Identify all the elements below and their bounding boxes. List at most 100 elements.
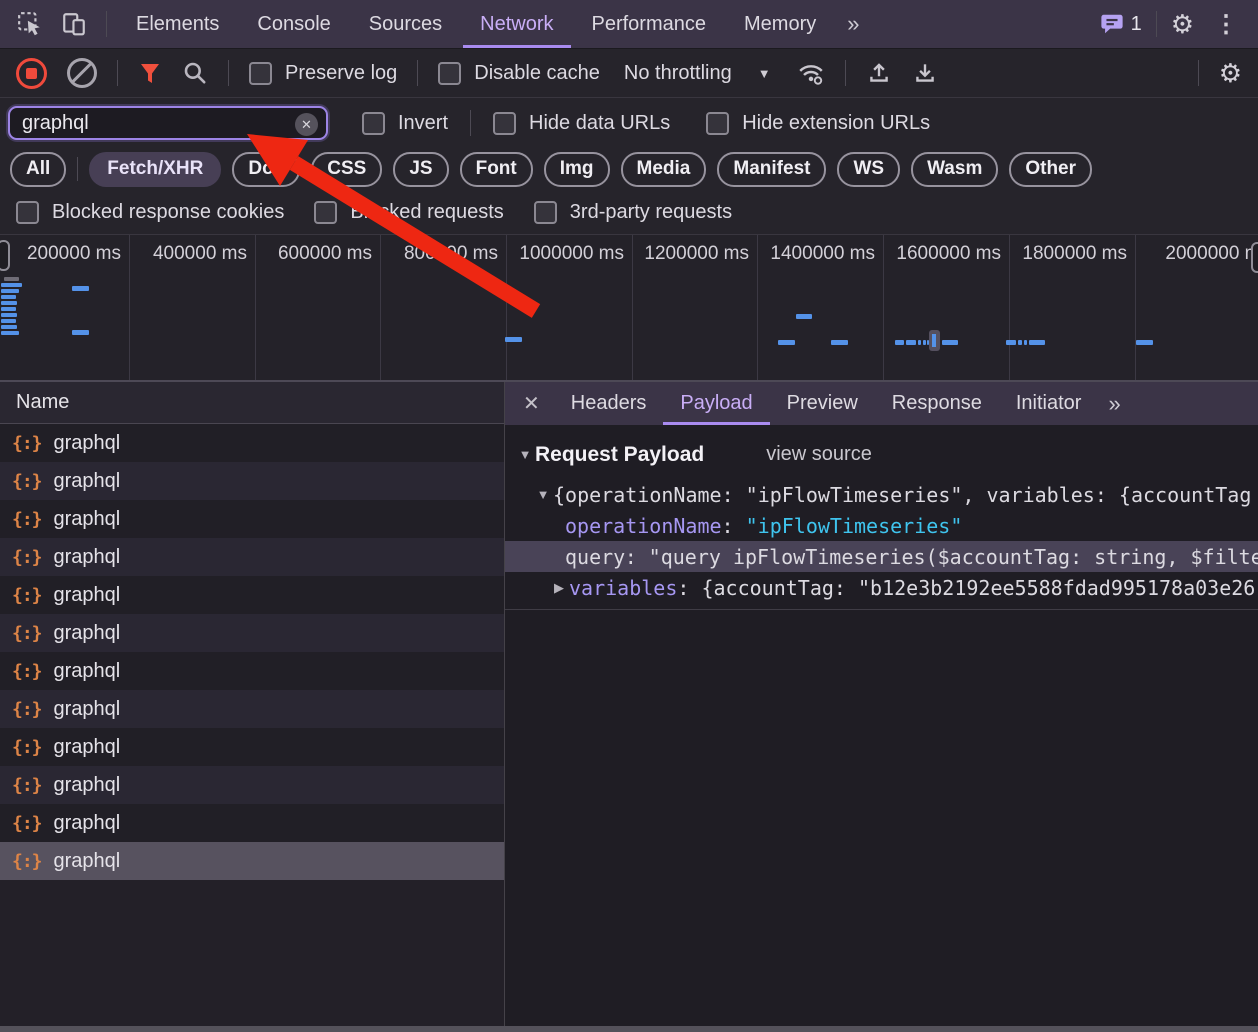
clear-network-log-icon[interactable] (67, 58, 97, 88)
chip-js[interactable]: JS (393, 152, 448, 187)
waterfall-bar[interactable] (831, 340, 848, 345)
search-icon[interactable] (182, 60, 208, 86)
chip-manifest[interactable]: Manifest (717, 152, 826, 187)
export-har-icon[interactable] (912, 60, 938, 86)
collapse-triangle-icon[interactable]: ▼ (533, 487, 553, 502)
preserve-log-checkbox[interactable]: Preserve log (249, 62, 397, 85)
payload-preview-line[interactable]: {operationName: "ipFlowTimeseries", vari… (553, 483, 1251, 507)
network-settings-gear-icon[interactable]: ⚙ (1219, 60, 1242, 86)
chip-font[interactable]: Font (460, 152, 533, 187)
waterfall-bar[interactable] (1018, 340, 1022, 345)
payload-row-selected[interactable]: query: "query ipFlowTimeseries($accountT… (505, 541, 1258, 572)
more-detail-tabs-icon[interactable]: » (1098, 391, 1132, 417)
chip-fetch-xhr[interactable]: Fetch/XHR (89, 152, 221, 187)
waterfall-bar[interactable] (796, 314, 812, 319)
request-row[interactable]: {:}graphql (0, 424, 504, 462)
record-network-log-icon[interactable] (16, 58, 47, 89)
waterfall-bar[interactable] (895, 340, 904, 345)
request-row-selected[interactable]: {:}graphql (0, 842, 504, 880)
waterfall-bar[interactable] (1136, 340, 1153, 345)
view-source-link[interactable]: view source (766, 443, 872, 466)
filter-input[interactable] (8, 106, 328, 140)
waterfall-bar[interactable] (1, 319, 16, 323)
waterfall-bar[interactable] (1, 295, 16, 299)
waterfall-bar[interactable] (4, 277, 19, 281)
waterfall-bar[interactable] (1024, 340, 1027, 345)
collapse-triangle-icon[interactable]: ▼ (515, 447, 535, 462)
tab-headers[interactable]: Headers (554, 382, 664, 425)
waterfall-bar[interactable] (1, 289, 19, 293)
blocked-requests-checkbox[interactable]: Blocked requests (314, 201, 503, 224)
waterfall-bar[interactable] (1, 283, 22, 287)
request-row[interactable]: {:}graphql (0, 500, 504, 538)
waterfall-bar[interactable] (1, 307, 16, 311)
expand-triangle-icon[interactable]: ▶ (549, 580, 569, 596)
request-row[interactable]: {:}graphql (0, 614, 504, 652)
chip-doc[interactable]: Doc (232, 152, 300, 187)
kebab-menu-icon[interactable]: ⋮ (1208, 10, 1244, 39)
import-har-icon[interactable] (866, 60, 892, 86)
waterfall-bar[interactable] (1, 301, 17, 305)
tab-console[interactable]: Console (240, 0, 347, 48)
inspect-element-icon[interactable] (10, 4, 50, 44)
request-row[interactable]: {:}graphql (0, 766, 504, 804)
request-row[interactable]: {:}graphql (0, 462, 504, 500)
settings-gear-icon[interactable]: ⚙ (1171, 11, 1194, 37)
chip-img[interactable]: Img (544, 152, 610, 187)
waterfall-bar[interactable] (1029, 340, 1045, 345)
request-row[interactable]: {:}graphql (0, 690, 504, 728)
network-conditions-icon[interactable] (797, 60, 825, 86)
waterfall-bar[interactable] (72, 330, 89, 335)
blocked-response-cookies-checkbox[interactable]: Blocked response cookies (16, 201, 284, 224)
waterfall-bar[interactable] (505, 337, 522, 342)
request-row[interactable]: {:}graphql (0, 576, 504, 614)
issues-badge[interactable]: 1 (1100, 12, 1142, 36)
request-row[interactable]: {:}graphql (0, 652, 504, 690)
overview-scroll-handle-left[interactable] (0, 240, 10, 271)
tab-elements[interactable]: Elements (119, 0, 236, 48)
request-row[interactable]: {:}graphql (0, 804, 504, 842)
waterfall-bar[interactable] (923, 340, 926, 345)
checkbox[interactable] (706, 112, 729, 135)
more-tabs-icon[interactable]: » (837, 11, 871, 37)
invert-checkbox[interactable]: Invert (362, 112, 448, 135)
clear-filter-icon[interactable]: ✕ (295, 113, 318, 136)
checkbox[interactable] (438, 62, 461, 85)
checkbox[interactable] (493, 112, 516, 135)
waterfall-bar[interactable] (929, 330, 940, 351)
waterfall-bar[interactable] (918, 340, 921, 345)
tab-payload[interactable]: Payload (663, 382, 769, 425)
close-detail-icon[interactable]: ✕ (519, 391, 554, 416)
chip-all[interactable]: All (10, 152, 66, 187)
waterfall-bar[interactable] (1, 313, 17, 317)
tab-sources[interactable]: Sources (352, 0, 459, 48)
checkbox[interactable] (534, 201, 557, 224)
waterfall-bar[interactable] (1, 331, 19, 335)
checkbox[interactable] (362, 112, 385, 135)
waterfall-bar[interactable] (1006, 340, 1016, 345)
chip-other[interactable]: Other (1009, 152, 1092, 187)
third-party-requests-checkbox[interactable]: 3rd-party requests (534, 201, 732, 224)
chip-wasm[interactable]: Wasm (911, 152, 998, 187)
payload-row-variables[interactable]: ▶ variables: {accountTag: "b12e3b2192ee5… (505, 572, 1258, 603)
chip-css[interactable]: CSS (311, 152, 382, 187)
disable-cache-checkbox[interactable]: Disable cache (438, 62, 600, 85)
filter-funnel-icon[interactable] (138, 62, 162, 85)
hide-extension-urls-checkbox[interactable]: Hide extension URLs (706, 112, 930, 135)
chip-ws[interactable]: WS (837, 152, 900, 187)
tab-memory[interactable]: Memory (727, 0, 833, 48)
throttling-select[interactable]: No throttling ▼ (624, 62, 771, 85)
waterfall-bar[interactable] (906, 340, 916, 345)
tab-response[interactable]: Response (875, 382, 999, 425)
tab-initiator[interactable]: Initiator (999, 382, 1099, 425)
waterfall-bar[interactable] (72, 286, 89, 291)
tab-network[interactable]: Network (463, 0, 570, 48)
tab-performance[interactable]: Performance (575, 0, 724, 48)
chip-media[interactable]: Media (621, 152, 707, 187)
network-overview-timeline[interactable]: 200000 ms 400000 ms 600000 ms 800000 ms … (0, 235, 1258, 382)
waterfall-bar[interactable] (942, 340, 958, 345)
checkbox[interactable] (314, 201, 337, 224)
checkbox[interactable] (249, 62, 272, 85)
checkbox[interactable] (16, 201, 39, 224)
tab-preview[interactable]: Preview (770, 382, 875, 425)
